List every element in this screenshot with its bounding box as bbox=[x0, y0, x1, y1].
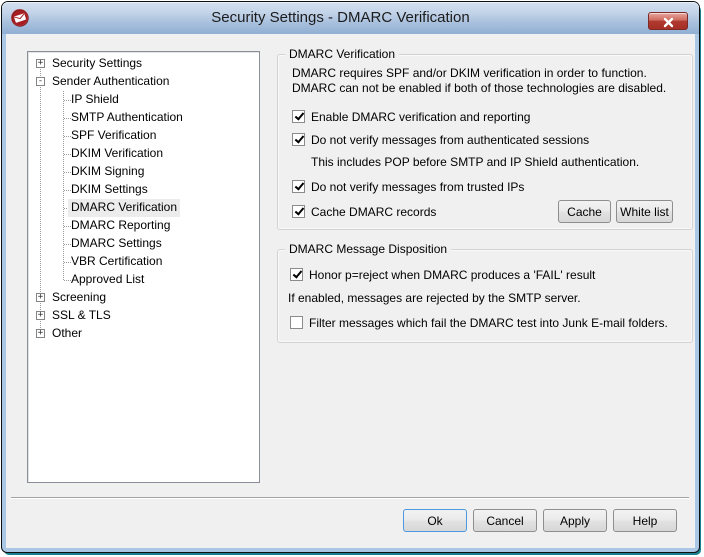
expander-icon[interactable]: + bbox=[36, 329, 45, 338]
honor-preject-checkbox[interactable] bbox=[290, 268, 303, 281]
expander-icon[interactable]: + bbox=[36, 293, 45, 302]
cancel-button[interactable]: Cancel bbox=[473, 509, 537, 532]
tree-item-dmarc-settings[interactable]: DMARC Settings bbox=[28, 235, 257, 253]
tree-item-dmarc-reporting[interactable]: DMARC Reporting bbox=[28, 217, 257, 235]
dialog-window: Security Settings - DMARC Verification +… bbox=[1, 1, 700, 553]
tree-item-ip-shield[interactable]: IP Shield bbox=[28, 91, 257, 109]
cache-records-checkbox[interactable] bbox=[292, 205, 305, 218]
tree-item-spf-verification[interactable]: SPF Verification bbox=[28, 127, 257, 145]
tree-item-dmarc-verification[interactable]: DMARC Verification bbox=[28, 199, 257, 217]
tree-item-smtp-authentication[interactable]: SMTP Authentication bbox=[28, 109, 257, 127]
group-title: DMARC Message Disposition bbox=[285, 242, 452, 256]
close-button[interactable] bbox=[648, 12, 688, 30]
tree-item-screening[interactable]: + Screening bbox=[28, 289, 257, 307]
group-dmarc-verification: DMARC Verification DMARC requires SPF an… bbox=[277, 47, 693, 230]
settings-tree: + Security Settings - Sender Authenticat… bbox=[27, 51, 260, 483]
filter-junk-checkbox[interactable] bbox=[290, 316, 303, 329]
enable-dmarc-checkbox[interactable] bbox=[292, 110, 305, 123]
footer-separator bbox=[11, 497, 689, 499]
preject-note: If enabled, messages are rejected by the… bbox=[288, 291, 581, 305]
tree-item-dkim-signing[interactable]: DKIM Signing bbox=[28, 163, 257, 181]
help-button[interactable]: Help bbox=[613, 509, 677, 532]
close-icon bbox=[649, 17, 687, 28]
cache-button[interactable]: Cache bbox=[558, 200, 611, 223]
expander-icon[interactable]: + bbox=[36, 311, 45, 320]
apply-button[interactable]: Apply bbox=[543, 509, 607, 532]
ok-button[interactable]: Ok bbox=[403, 509, 467, 532]
no-verify-trusted-checkbox[interactable] bbox=[292, 180, 305, 193]
tree-item-approved-list[interactable]: Approved List bbox=[28, 271, 257, 289]
tree-item-vbr-certification[interactable]: VBR Certification bbox=[28, 253, 257, 271]
tree-item-ssl-tls[interactable]: + SSL & TLS bbox=[28, 307, 257, 325]
group-dmarc-message-disposition: DMARC Message Disposition Honor p=reject… bbox=[277, 242, 693, 343]
tree-item-dkim-verification[interactable]: DKIM Verification bbox=[28, 145, 257, 163]
tree-item-sender-authentication[interactable]: - Sender Authentication bbox=[28, 73, 257, 91]
dmarc-description: DMARC requires SPF and/or DKIM verificat… bbox=[292, 66, 667, 95]
group-title: DMARC Verification bbox=[285, 47, 400, 61]
mdaemon-logo-icon bbox=[10, 8, 29, 27]
window-title: Security Settings - DMARC Verification bbox=[211, 9, 470, 26]
dialog-body: + Security Settings - Sender Authenticat… bbox=[6, 34, 695, 548]
tree-item-security-settings[interactable]: + Security Settings bbox=[28, 55, 257, 73]
authenticated-note: This includes POP before SMTP and IP Shi… bbox=[311, 155, 640, 169]
titlebar[interactable]: Security Settings - DMARC Verification bbox=[2, 2, 699, 34]
no-verify-authenticated-checkbox[interactable] bbox=[292, 133, 305, 146]
tree-item-other[interactable]: + Other bbox=[28, 325, 257, 343]
tree-item-dkim-settings[interactable]: DKIM Settings bbox=[28, 181, 257, 199]
expander-icon[interactable]: + bbox=[36, 59, 45, 68]
expander-icon[interactable]: - bbox=[36, 77, 45, 86]
white-list-button[interactable]: White list bbox=[616, 200, 673, 223]
